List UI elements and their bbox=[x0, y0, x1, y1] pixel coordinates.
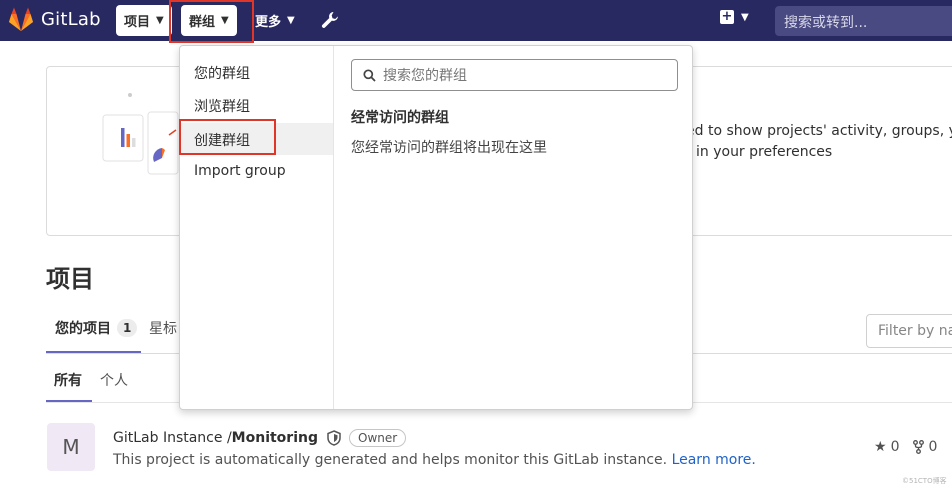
active-tab-indicator bbox=[46, 351, 141, 353]
gitlab-brand-text: GitLab bbox=[41, 9, 101, 30]
page-title: 项目 bbox=[46, 265, 94, 293]
new-item-dropdown[interactable]: + ▼ bbox=[720, 10, 749, 24]
star-icon[interactable]: ★ bbox=[874, 439, 887, 455]
learn-more-link[interactable]: Learn more. bbox=[672, 452, 756, 468]
global-search-input[interactable]: 搜索或转到... bbox=[775, 6, 952, 36]
menu-item-explore-groups[interactable]: 浏览群组 bbox=[180, 89, 333, 121]
top-navbar: GitLab 项目 ▼ 群组 ▼ 更多 ▼ + ▼ 搜索或转到... bbox=[0, 0, 952, 41]
project-title-row: GitLab Instance / Monitoring Owner bbox=[113, 429, 407, 447]
fork-count: 0 bbox=[928, 439, 938, 455]
gitlab-logo-icon bbox=[9, 7, 33, 31]
project-description-text: This project is automatically generated … bbox=[113, 452, 668, 468]
highlight-box-create-group bbox=[179, 119, 276, 155]
project-avatar[interactable]: M bbox=[47, 423, 95, 471]
welcome-line-2: in your preferences bbox=[696, 144, 833, 160]
frequent-groups-empty-text: 您经常访问的群组将出现在这里 bbox=[351, 140, 547, 156]
shield-icon bbox=[327, 430, 341, 446]
dashboard-illustration-icon bbox=[102, 93, 179, 175]
filter-placeholder: Filter by na bbox=[878, 323, 952, 339]
groups-dropdown-menu: 您的群组 浏览群组 创建群组 Import group 搜索您的群组 经常访问的… bbox=[179, 45, 693, 410]
project-namespace[interactable]: GitLab Instance / bbox=[113, 430, 232, 446]
menu-item-your-groups[interactable]: 您的群组 bbox=[180, 56, 333, 88]
subtab-all[interactable]: 所有 bbox=[54, 370, 82, 390]
project-stats: ★ 0 0 bbox=[874, 439, 941, 455]
tab-your-projects[interactable]: 您的项目 1 bbox=[55, 318, 138, 338]
search-groups-placeholder: 搜索您的群组 bbox=[383, 68, 467, 84]
projects-menu-label: 项目 bbox=[124, 15, 151, 30]
tab-starred-projects[interactable]: 星标 bbox=[149, 318, 177, 338]
project-description: This project is automatically generated … bbox=[113, 452, 756, 468]
welcome-line-1: ed to show projects' activity, groups, y… bbox=[686, 123, 952, 139]
chevron-down-icon: ▼ bbox=[156, 15, 164, 26]
search-groups-input[interactable]: 搜索您的群组 bbox=[351, 59, 678, 91]
star-count: 0 bbox=[890, 439, 900, 455]
subtab-personal[interactable]: 个人 bbox=[100, 370, 128, 390]
frequent-groups-heading: 经常访问的群组 bbox=[351, 110, 449, 126]
plus-icon: + bbox=[720, 9, 734, 24]
search-icon bbox=[363, 68, 376, 82]
watermark: ©51CTO博客 bbox=[902, 477, 947, 485]
highlight-box-groups bbox=[169, 0, 254, 43]
active-subtab-indicator bbox=[46, 400, 92, 402]
count-badge: 1 bbox=[117, 319, 138, 337]
more-menu-button[interactable]: 更多 ▼ bbox=[247, 5, 303, 36]
role-badge: Owner bbox=[349, 429, 407, 447]
gitlab-home-link[interactable]: GitLab bbox=[8, 7, 101, 32]
global-search-placeholder: 搜索或转到... bbox=[784, 15, 868, 31]
chevron-down-icon: ▼ bbox=[741, 11, 749, 23]
more-menu-label: 更多 bbox=[255, 15, 282, 30]
menu-item-import-group[interactable]: Import group bbox=[180, 156, 333, 188]
admin-wrench-icon[interactable] bbox=[320, 10, 340, 34]
projects-menu-button[interactable]: 项目 ▼ bbox=[116, 5, 172, 36]
tab-your-projects-label: 您的项目 bbox=[55, 321, 111, 337]
filter-projects-input[interactable]: Filter by na bbox=[866, 314, 952, 348]
welcome-text: ed to show projects' activity, groups, y… bbox=[686, 121, 952, 163]
groups-dropdown-nav: 您的群组 浏览群组 创建群组 Import group bbox=[180, 46, 334, 409]
fork-icon[interactable] bbox=[913, 440, 925, 454]
project-name-link[interactable]: Monitoring bbox=[232, 430, 318, 446]
chevron-down-icon: ▼ bbox=[287, 15, 295, 26]
